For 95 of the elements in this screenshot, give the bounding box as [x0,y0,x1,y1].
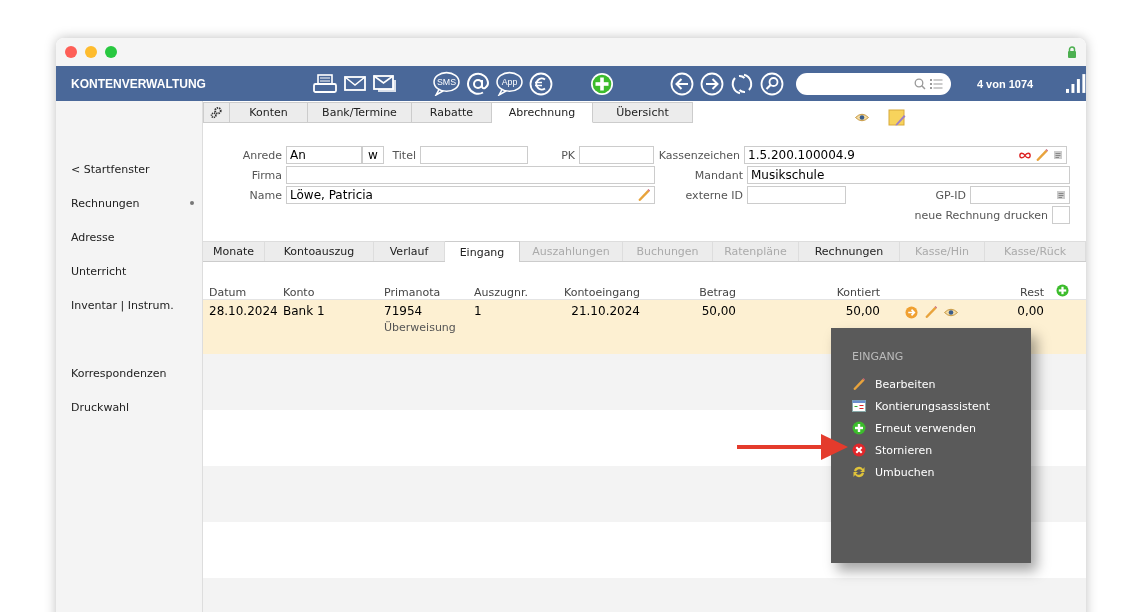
printer-icon[interactable] [313,71,338,96]
speech-bubble-icon[interactable]: App [496,71,524,96]
lock-icon [1067,46,1077,58]
zoom-button[interactable] [105,46,117,58]
document-icon[interactable] [1056,190,1066,200]
field-label: Mandant [693,168,744,182]
text-field[interactable] [579,146,654,164]
text-field[interactable]: 1.5.200.100004.9 [744,146,1067,164]
tab[interactable]: Monate [203,241,265,261]
table-cell-text: Bank 1 [283,304,326,320]
tab[interactable]: Verlauf [374,241,445,261]
column-header: Konto [283,286,316,299]
tab[interactable]: Bank/Termine [308,102,412,123]
sidebar-item[interactable]: Rechnungen [56,196,202,210]
table-cell-text: 0,00 [1017,304,1044,320]
signal-bars-icon [1066,73,1086,94]
text-field[interactable] [286,166,655,184]
field-label: Name [248,188,283,202]
arrow-right-icon[interactable] [905,305,918,319]
column-header: Kontiert [835,286,880,299]
pencil-icon[interactable] [1035,148,1049,162]
field-label: Firma [250,168,283,182]
field-label: neue Rechnung drucken [913,208,1049,222]
text-field[interactable]: An [286,146,362,164]
text-field[interactable]: Löwe, Patricia [286,186,655,204]
sidebar-item[interactable]: Inventar | Instrum. [56,298,202,312]
sidebar-item[interactable]: Korrespondenzen [56,366,202,380]
pencil-icon[interactable] [637,188,651,202]
eye-icon[interactable] [944,307,958,317]
field-label: Titel [391,148,417,162]
app-title: KONTENVERWALTUNG [70,76,207,91]
field-label: externe ID [684,188,744,202]
speech-bubble-icon[interactable]: SMS [433,71,461,96]
sidebar-item[interactable]: < Startfenster [56,162,202,176]
pencil-icon[interactable] [924,305,938,319]
menu-item[interactable]: Kontierungsassistent [852,395,1031,417]
field-label: Kassenzeichen [657,148,741,162]
text-field[interactable] [970,186,1070,204]
tab[interactable]: Konten [230,102,308,123]
euro-icon[interactable] [529,71,554,96]
note-icon[interactable] [888,108,906,127]
menu-item[interactable]: Bearbeiten [852,373,1031,395]
column-header: Auszugnr. [474,286,529,299]
tab[interactable]: Übersicht [593,102,693,123]
tab[interactable]: Kontoauszug [265,241,374,261]
table-cell-text: 1 [474,304,483,320]
sidebar-item[interactable]: Druckwahl [56,400,202,414]
tab[interactable]: Rabatte [412,102,492,123]
text-field[interactable] [747,186,846,204]
at-sign-icon[interactable] [466,71,491,96]
search-field[interactable] [796,72,951,95]
column-header: Primanota [384,286,442,299]
checkbox[interactable] [1052,206,1070,224]
settings-button[interactable] [203,102,230,123]
record-counter: 4 von 1074 [976,77,1035,90]
text-field[interactable]: Musikschule [747,166,1070,184]
form-icon [852,400,866,412]
column-header: Kontoeingang [564,286,640,299]
gear-icon [210,106,223,119]
sidebar-item[interactable]: Adresse [56,230,202,244]
column-header: Datum [209,286,248,299]
menu-item[interactable]: Erneut verwenden [852,417,1031,439]
table-cell-text: 50,00 [845,304,880,320]
table-cell-text: Überweisung [384,321,457,334]
infinity-icon[interactable] [1019,151,1031,159]
pencil-icon[interactable] [852,377,866,391]
table-cell-text: 50,00 [701,304,736,320]
field-label: Anrede [241,148,283,162]
sidebar-item[interactable]: Unterricht [56,264,202,278]
field-label: GP-ID [934,188,967,202]
exchange-icon [852,465,866,479]
menu-item[interactable]: Stornieren [852,439,1031,461]
close-button[interactable] [65,46,77,58]
eye-icon[interactable] [855,113,869,122]
tab[interactable]: Rechnungen [799,241,900,261]
document-icon[interactable] [1053,150,1063,160]
menu-item[interactable]: Umbuchen [852,461,1031,483]
table-cell-text: 21.10.2024 [571,304,640,320]
refresh-icon[interactable] [730,71,755,96]
tab[interactable]: Abrechnung [492,102,593,123]
add-icon[interactable] [590,71,615,96]
tab[interactable]: Eingang [445,241,520,262]
search-icon [913,77,926,90]
list-icon[interactable] [929,77,943,90]
field-label: PK [560,148,576,162]
column-header: Betrag [698,286,736,299]
table-cell-text: 71954 [384,304,424,318]
text-field[interactable] [420,146,528,164]
add-icon[interactable] [1056,284,1069,297]
search-icon[interactable] [760,71,785,96]
add-icon [852,421,866,435]
text-field[interactable]: w [362,146,384,164]
cancel-icon [852,443,866,457]
column-header: Rest [1019,286,1044,299]
table-cell-text: 28.10.2024 [209,304,279,320]
